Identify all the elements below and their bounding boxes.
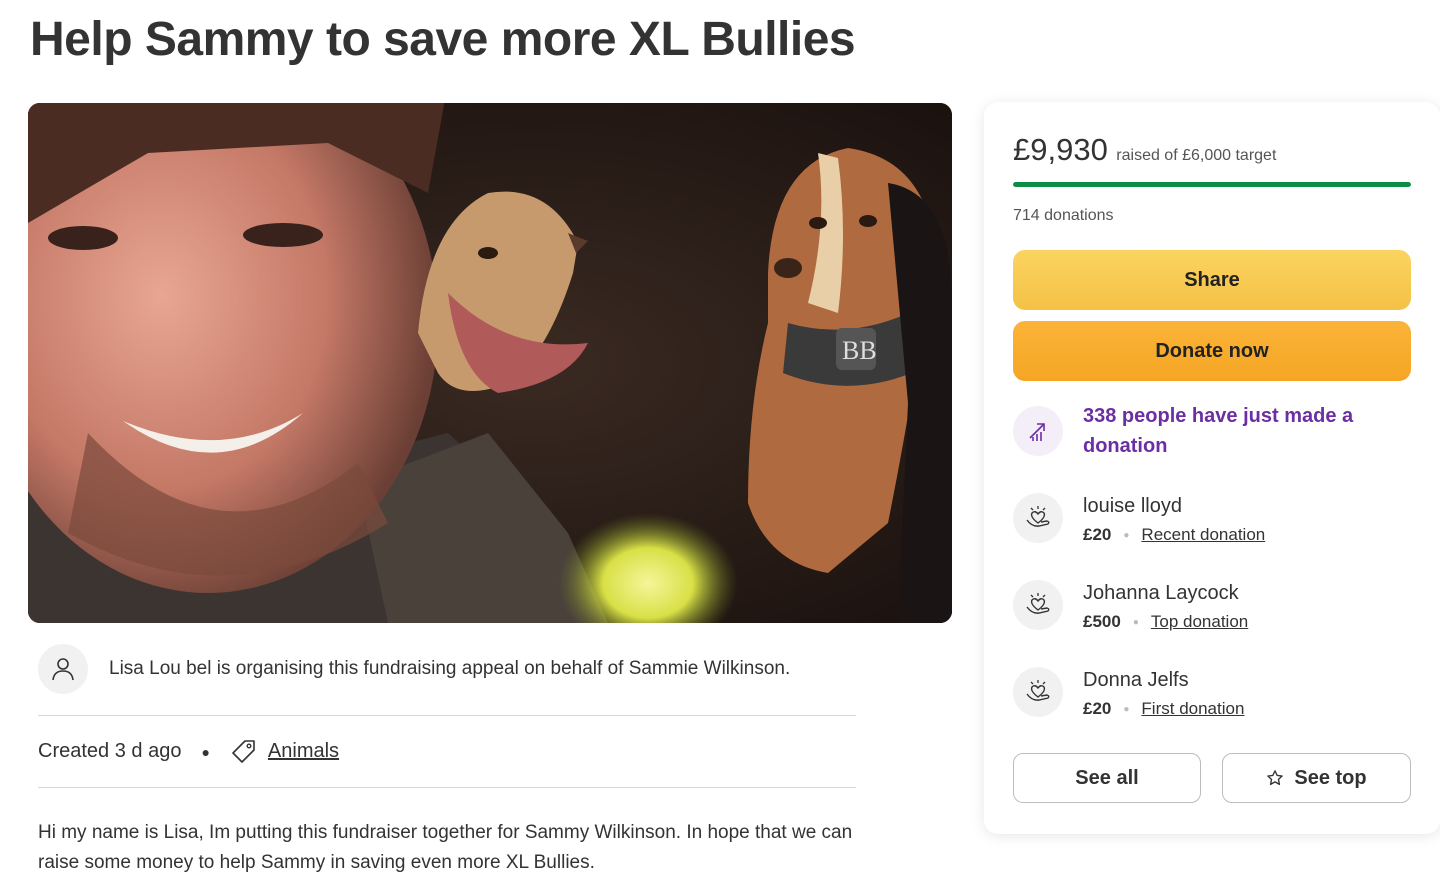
separator-dot: ● [1132,616,1139,628]
see-all-button[interactable]: See all [1013,753,1201,803]
separator-dot: ● [201,743,210,760]
page-title: Help Sammy to save more XL Bullies [30,13,856,66]
tag-icon [230,738,258,766]
see-top-label: See top [1294,766,1367,789]
donor-details: £20 ● First donation [1083,699,1244,719]
trending-icon-badge [1013,406,1063,456]
donor-details: £20 ● Recent donation [1083,525,1265,545]
donor-amount: £20 [1083,525,1112,544]
organiser-text: Lisa Lou bel is organising this fundrais… [109,658,791,679]
progress-bar [1013,182,1411,187]
svg-text:BB: BB [842,336,877,365]
recent-activity-text: 338 people have just made a donation [1083,405,1354,457]
campaign-photo: BB [28,103,952,623]
organiser-row: Lisa Lou bel is organising this fundrais… [38,644,856,716]
donor-icon-badge [1013,667,1063,717]
campaign-meta: Created 3 d ago ● Animals [38,716,856,788]
see-top-button[interactable]: See top [1222,753,1411,803]
donation-panel: £9,930 raised of £6,000 target 714 donat… [984,102,1440,834]
recent-donation-link[interactable]: Recent donation [1141,525,1265,545]
donor-details: £500 ● Top donation [1083,612,1248,632]
heart-hand-icon [1026,506,1050,527]
user-icon [52,658,74,681]
campaign-photo-illustration: BB [28,103,952,623]
progress-fill [1013,182,1411,187]
star-icon [1267,770,1284,786]
target-text: raised of £6,000 target [1116,147,1277,164]
donor-icon-badge [1013,580,1063,630]
heart-hand-icon [1026,593,1050,614]
donor-name: Johanna Laycock [1083,582,1239,604]
trending-up-icon [1029,423,1045,441]
donor-amount: £500 [1083,612,1121,631]
organiser-avatar [38,644,88,694]
heart-hand-icon [1026,680,1050,701]
created-date: Created 3 d ago [38,740,182,762]
top-donation-link[interactable]: Top donation [1151,612,1248,632]
raised-summary: £9,930 raised of £6,000 target [1013,132,1276,168]
donor-amount: £20 [1083,699,1112,718]
story-text: Hi my name is Lisa, Im putting this fund… [38,822,853,873]
raised-amount: £9,930 [1013,132,1108,167]
donate-now-button[interactable]: Donate now [1013,321,1411,381]
donations-count: 714 donations [1013,207,1114,224]
category-link[interactable]: Animals [268,740,339,763]
first-donation-link[interactable]: First donation [1141,699,1244,719]
donor-name: Donna Jelfs [1083,669,1189,691]
donor-name: louise lloyd [1083,495,1182,517]
share-button[interactable]: Share [1013,250,1411,310]
donor-icon-badge [1013,493,1063,543]
separator-dot: ● [1123,529,1130,541]
separator-dot: ● [1123,703,1130,715]
